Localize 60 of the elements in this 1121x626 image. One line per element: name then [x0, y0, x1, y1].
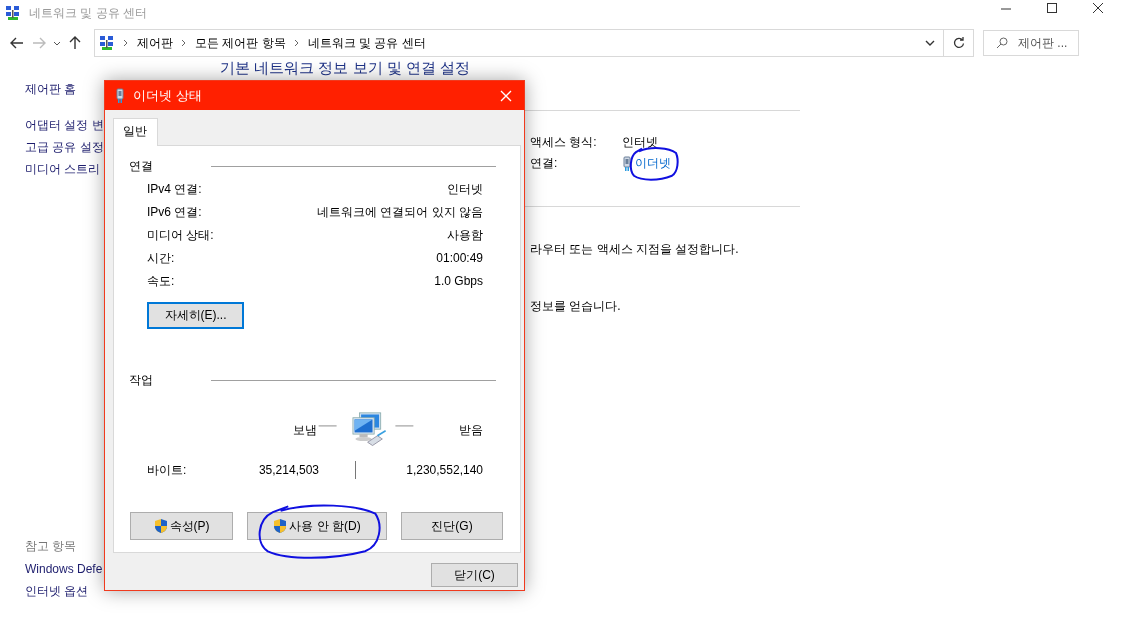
tab[interactable]: 일반: [113, 118, 158, 146]
dropdown-caret-icon[interactable]: [53, 40, 61, 46]
group-heading: 작업: [129, 372, 154, 389]
sidebar-link[interactable]: Windows Defe: [25, 558, 103, 580]
field-value: 인터넷: [622, 135, 658, 149]
shield-icon: [153, 518, 168, 534]
back-arrow-icon[interactable]: [10, 37, 24, 49]
action-button[interactable]: 속성(P): [130, 512, 233, 540]
breadcrumb-item[interactable]: 모든 제어판 항목: [195, 34, 286, 52]
refresh-icon[interactable]: [952, 37, 965, 49]
ethernet-icon: [115, 87, 125, 104]
up-arrow-icon[interactable]: [69, 36, 81, 50]
close-icon: [500, 89, 512, 102]
field-value: 사용함: [447, 227, 483, 244]
sent-label: 보냄: [292, 421, 317, 439]
search-field[interactable]: 제어판 ...: [983, 30, 1079, 56]
field-value: 네트워크에 연결되어 있지 않음: [317, 204, 483, 221]
field-value: 01:00:49: [436, 250, 483, 267]
group-heading: 연결: [129, 158, 154, 175]
field-value: 인터넷: [447, 181, 483, 198]
section-heading: 참고 항목: [25, 538, 77, 555]
chevron-icon: [181, 39, 187, 47]
breadcrumb-item[interactable]: 네트워크 및 공유 센터: [307, 34, 426, 52]
sidebar-link[interactable]: 인터넷 옵션: [25, 580, 89, 602]
field-value: 1.0 Gbps: [434, 273, 483, 290]
search-icon: [996, 37, 1008, 49]
dropdown-caret-icon[interactable]: [925, 40, 935, 46]
ethernet-icon: [622, 155, 632, 172]
field-label: IPv4 연결:: [147, 181, 202, 198]
connection-link[interactable]: 이더넷: [635, 156, 671, 170]
sidebar-link[interactable]: 고급 공유 설정: [25, 136, 104, 158]
shield-icon: [273, 518, 288, 534]
field-label: IPv6 연결:: [147, 204, 202, 221]
dialog-title: 이더넷 상태: [133, 86, 202, 105]
action-button[interactable]: 진단(G): [401, 512, 503, 540]
field-label: 연결:: [530, 155, 559, 172]
field-label: 속도:: [147, 273, 175, 290]
action-button[interactable]: 사용 안 함(D): [247, 512, 387, 540]
network-icon: [5, 5, 21, 21]
breadcrumb-item[interactable]: 제어판: [137, 34, 173, 52]
details-button[interactable]: 자세히(E)...: [147, 302, 244, 329]
chevron-icon: [293, 39, 300, 47]
description-text: 정보를 얻습니다.: [530, 298, 622, 315]
field-label: 미디어 상태:: [147, 227, 214, 244]
network-icon: [99, 35, 115, 51]
sent-bytes: 35,214,503: [257, 463, 319, 477]
field-label: 시간:: [147, 250, 175, 267]
field-label: 바이트:: [146, 461, 188, 479]
sidebar-link[interactable]: 어댑터 설정 변: [25, 114, 104, 136]
window-title: 네트워크 및 공유 센터: [29, 4, 147, 22]
description-text: 라우터 또는 액세스 지점을 설정합니다.: [530, 241, 740, 258]
received-label: 받음: [458, 421, 484, 439]
page-heading: 기본 네트워크 정보 보기 및 연결 설정: [220, 60, 470, 76]
sidebar-link[interactable]: 미디어 스트리: [25, 158, 101, 180]
chevron-icon: [123, 39, 129, 47]
field-label: 액세스 형식:: [530, 134, 598, 151]
address-bar[interactable]: 제어판 모든 제어판 항목 네트워크 및 공유 센터: [94, 29, 944, 57]
close-button[interactable]: 닫기(C): [431, 563, 518, 587]
sidebar-link[interactable]: 제어판 홈: [25, 78, 77, 100]
received-bytes: 1,230,552,140: [405, 463, 484, 477]
